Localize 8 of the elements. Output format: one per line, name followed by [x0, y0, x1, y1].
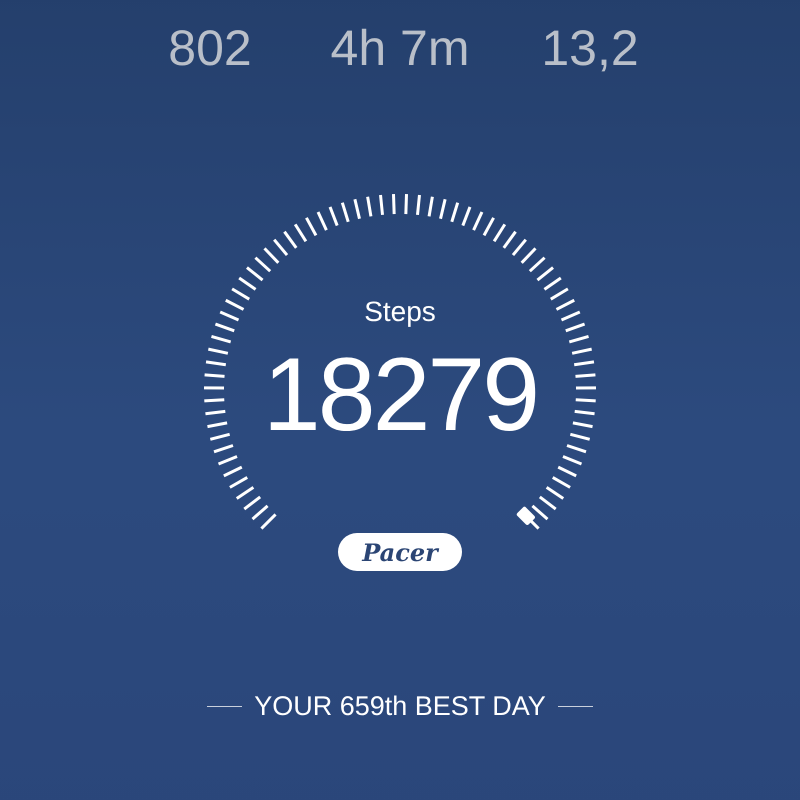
- stat-value: 13,2: [540, 20, 640, 76]
- best-day-caption: YOUR 659th BEST DAY: [254, 690, 546, 722]
- stat-value: 4h 7m: [330, 20, 470, 76]
- gauge-marker-icon: [516, 506, 536, 526]
- step-count: 18279: [262, 339, 538, 451]
- gauge-label: Steps: [364, 295, 436, 329]
- brand-logo: Pacer: [338, 533, 462, 571]
- stat-value: 802: [167, 20, 253, 76]
